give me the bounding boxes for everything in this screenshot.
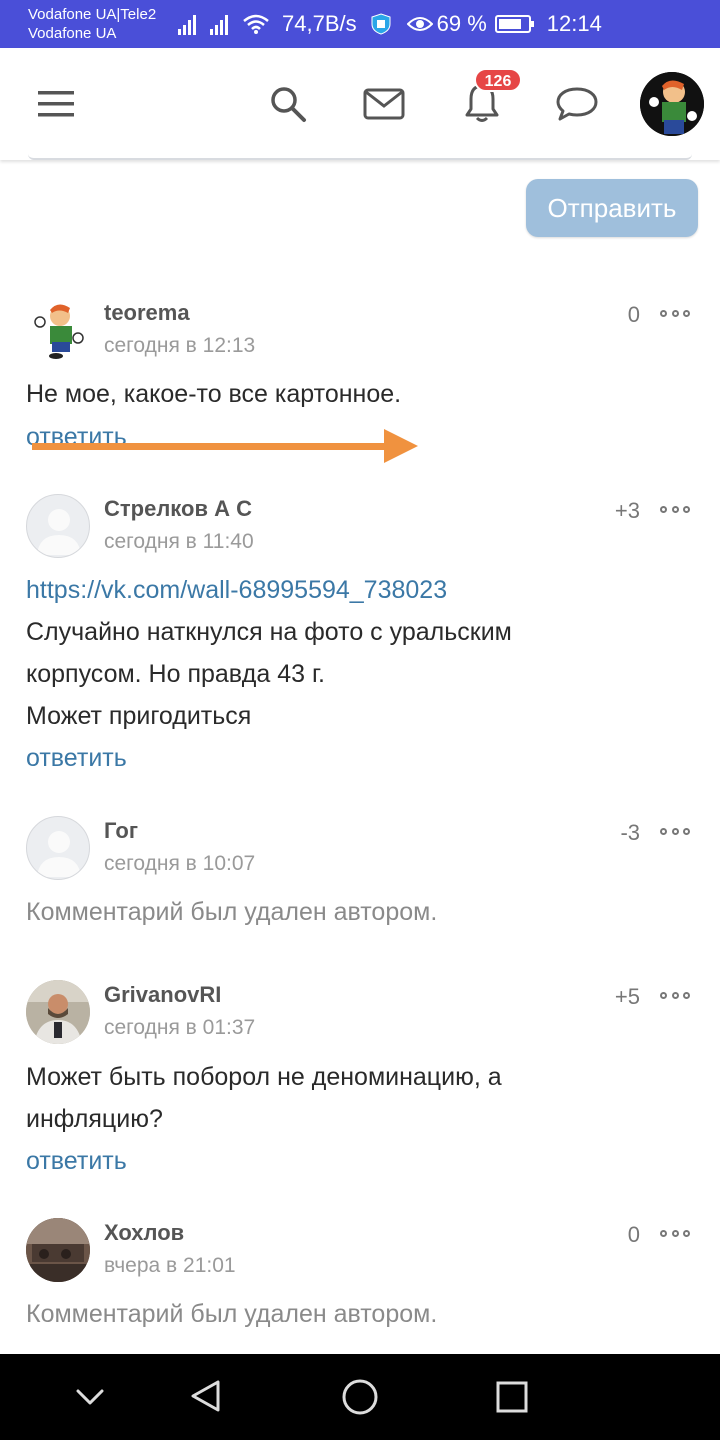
- user-avatar[interactable]: [640, 72, 704, 136]
- comment-avatar[interactable]: [26, 980, 90, 1044]
- home-button[interactable]: [341, 1378, 379, 1421]
- recents-square-icon: [496, 1381, 528, 1413]
- comment-time: сегодня в 11:40: [104, 530, 254, 553]
- signal-icon: [178, 13, 196, 35]
- comment-score: +5: [614, 984, 640, 1009]
- comment-time: сегодня в 10:07: [104, 852, 256, 875]
- back-triangle-icon: [191, 1380, 220, 1412]
- more-options-icon[interactable]: [660, 826, 690, 836]
- avatar-image: [26, 298, 90, 362]
- clock: 12:14: [546, 11, 602, 36]
- comment-score: 0: [627, 302, 640, 327]
- hide-nav-button[interactable]: [74, 1378, 106, 1419]
- hamburger-icon: [38, 91, 74, 117]
- comment-author[interactable]: teorema: [104, 300, 190, 326]
- comment-item: Хохлов вчера в 21:01 0 Комментарий был у…: [0, 1218, 720, 1338]
- eye-icon: [406, 17, 433, 31]
- more-options-icon[interactable]: [660, 990, 690, 1000]
- reply-link[interactable]: ответить: [26, 1140, 127, 1182]
- signal-icon: [210, 13, 228, 35]
- comment-author[interactable]: GrivanovRI: [104, 982, 221, 1008]
- more-options-icon[interactable]: [660, 504, 690, 514]
- reply-link[interactable]: ответить: [26, 737, 127, 779]
- battery-percent: 69 %: [436, 11, 487, 36]
- comment-author[interactable]: Гог: [104, 818, 138, 844]
- comment-text-line: инфляцию?: [26, 1105, 163, 1133]
- status-indicators: 74,7B/s 69 % 12:14: [178, 8, 602, 40]
- recents-button[interactable]: [494, 1379, 530, 1420]
- back-button[interactable]: [188, 1378, 224, 1419]
- home-circle-icon: [342, 1379, 378, 1415]
- chat-bubble-icon: [556, 87, 598, 121]
- comment-item: Гог сегодня в 10:07 -3 Комментарий был у…: [0, 816, 720, 936]
- wifi-icon: [243, 14, 269, 34]
- comment-score: 0: [627, 1222, 640, 1247]
- comment-time: вчера в 21:01: [104, 1254, 236, 1277]
- comment-text-line: Может быть поборол не деноминацию, а: [26, 1063, 502, 1091]
- deleted-comment-text: Комментарий был удален автором.: [26, 898, 438, 926]
- battery-icon: [494, 15, 534, 33]
- avatar-image: [26, 1218, 90, 1282]
- shield-icon: [371, 13, 391, 35]
- comment-time: сегодня в 01:37: [104, 1016, 256, 1039]
- comment-text: Не мое, какое-то все картонное.: [26, 380, 402, 408]
- carrier-info: Vodafone UA|Tele2 Vodafone UA: [28, 5, 156, 43]
- top-nav: [0, 48, 720, 160]
- comment-text-line: корпусом. Но правда 43 г.: [26, 660, 325, 688]
- system-nav-bar: [0, 1354, 720, 1440]
- carrier-2: Vodafone UA: [28, 25, 117, 42]
- carrier-1: Vodafone UA|Tele2: [28, 6, 157, 23]
- chevron-down-icon: [76, 1389, 104, 1405]
- search-button[interactable]: [266, 82, 310, 126]
- comment-text-line: Случайно наткнулся на фото с уральским: [26, 618, 512, 646]
- messages-button[interactable]: [362, 84, 406, 124]
- comment-avatar[interactable]: [26, 1218, 90, 1282]
- comment-item: Стрелков А С сегодня в 11:40 +3 https://…: [0, 494, 720, 784]
- default-avatar-icon: [37, 831, 81, 877]
- comment-item: GrivanovRI сегодня в 01:37 +5 Может быть…: [0, 980, 720, 1190]
- comment-author[interactable]: Стрелков А С: [104, 496, 252, 522]
- more-options-icon[interactable]: [660, 308, 690, 318]
- search-icon: [271, 87, 306, 122]
- send-button[interactable]: Отправить: [526, 179, 698, 237]
- comment-text-line: Может пригодиться: [26, 702, 252, 730]
- comment-avatar[interactable]: [26, 298, 90, 362]
- chat-button[interactable]: [554, 84, 600, 124]
- comment-score: +3: [614, 498, 640, 523]
- more-options-icon[interactable]: [660, 1228, 690, 1238]
- default-avatar-icon: [37, 509, 81, 555]
- comment-author[interactable]: Хохлов: [104, 1220, 184, 1246]
- deleted-comment-text: Комментарий был удален автором.: [26, 1300, 438, 1328]
- comment-input-box[interactable]: [28, 154, 692, 160]
- comment-score: -3: [620, 820, 640, 845]
- comment-link[interactable]: https://vk.com/wall-68995594_738023: [26, 569, 447, 611]
- mail-icon: [363, 88, 405, 120]
- comment-time: сегодня в 12:13: [104, 334, 256, 357]
- user-avatar-image: [640, 72, 704, 136]
- status-bar: Vodafone UA|Tele2 Vodafone UA 74,7B/s 69…: [0, 0, 720, 48]
- menu-button[interactable]: [34, 84, 78, 124]
- network-speed: 74,7B/s: [282, 11, 357, 36]
- comment-avatar[interactable]: [26, 494, 90, 558]
- arrow-annotation: [32, 429, 418, 463]
- notification-badge: 126: [474, 68, 522, 92]
- comment-avatar[interactable]: [26, 816, 90, 880]
- avatar-image: [26, 980, 90, 1044]
